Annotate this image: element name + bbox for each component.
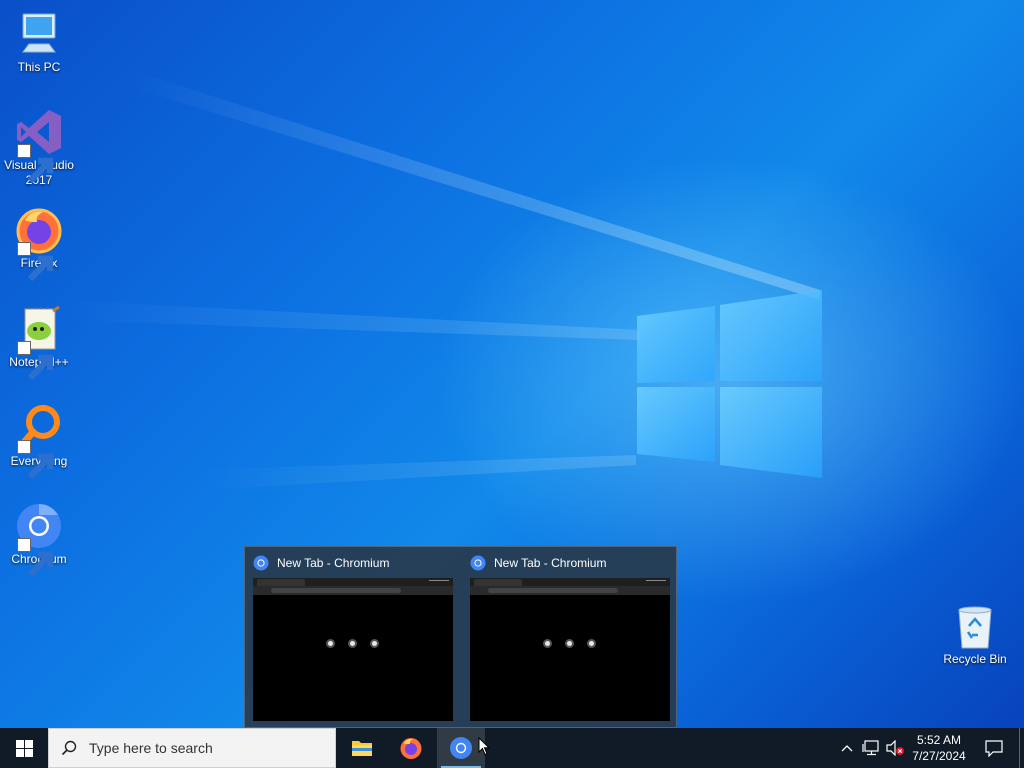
- desktop-icon-visual-studio[interactable]: Visual Studio 2017: [0, 108, 78, 188]
- taskbar-search-box[interactable]: Type here to search: [48, 728, 336, 768]
- search-placeholder: Type here to search: [89, 740, 213, 756]
- thumbnail-image: [253, 578, 453, 721]
- desktop-icon-recycle-bin[interactable]: Recycle Bin: [936, 602, 1014, 667]
- show-desktop-button[interactable]: [1019, 728, 1024, 768]
- tray-network[interactable]: [860, 728, 882, 768]
- search-icon: [61, 740, 77, 756]
- chromium-icon: [470, 555, 486, 571]
- clock-date: 7/27/2024: [912, 749, 966, 763]
- start-button[interactable]: [0, 728, 48, 768]
- desktop-icon-label: This PC: [17, 60, 61, 74]
- shortcut-arrow-icon: [17, 144, 54, 184]
- taskbar-firefox[interactable]: [387, 728, 435, 768]
- desktop-icon-this-pc[interactable]: This PC: [0, 10, 78, 75]
- action-center-button[interactable]: [978, 728, 1010, 768]
- windows-start-icon: [15, 739, 33, 757]
- thumbnail-window-2[interactable]: New Tab - Chromium: [462, 547, 678, 729]
- desktop-icon-notepad-plus-plus[interactable]: Notepad++: [0, 305, 78, 381]
- chromium-icon: [253, 555, 269, 571]
- notification-icon: [985, 739, 1003, 757]
- windows-logo-wallpaper: [637, 290, 822, 478]
- shortcut-arrow-icon: [17, 538, 54, 578]
- tray-volume-muted[interactable]: [884, 728, 906, 768]
- taskbar: Type here to search 5:52 AM 7/27/2024: [0, 728, 1024, 768]
- taskbar-thumbnail-preview: New Tab - Chromium New Tab - Chromium: [244, 546, 677, 728]
- firefox-icon: [400, 738, 422, 759]
- thumbnail-image: [470, 578, 670, 721]
- chevron-up-icon: [841, 745, 853, 752]
- tray-show-hidden-icons[interactable]: [838, 728, 856, 768]
- desktop-icon-firefox[interactable]: Firefox: [0, 206, 78, 282]
- monitor-icon: [22, 13, 56, 53]
- shortcut-arrow-icon: [17, 242, 54, 282]
- speaker-muted-icon: [886, 740, 904, 756]
- shortcut-arrow-icon: [17, 440, 54, 480]
- thumbnail-title: New Tab - Chromium: [277, 556, 390, 570]
- recycle-bin-icon: [958, 606, 992, 649]
- thumbnail-window-1[interactable]: New Tab - Chromium: [245, 547, 461, 729]
- taskbar-file-explorer[interactable]: [338, 728, 386, 768]
- thumbnail-title: New Tab - Chromium: [494, 556, 607, 570]
- chromium-icon: [450, 737, 472, 759]
- desktop-icon-everything[interactable]: Everything: [0, 404, 78, 480]
- tray-clock[interactable]: 5:52 AM 7/27/2024: [904, 728, 974, 768]
- desktop-icon-label: Recycle Bin: [943, 652, 1007, 666]
- desktop-icon-chromium[interactable]: Chromium: [0, 502, 78, 578]
- clock-time: 5:52 AM: [916, 733, 962, 747]
- shortcut-arrow-icon: [17, 341, 54, 381]
- folder-icon: [352, 741, 372, 756]
- network-icon: [862, 740, 879, 756]
- mouse-cursor-icon: [478, 737, 490, 756]
